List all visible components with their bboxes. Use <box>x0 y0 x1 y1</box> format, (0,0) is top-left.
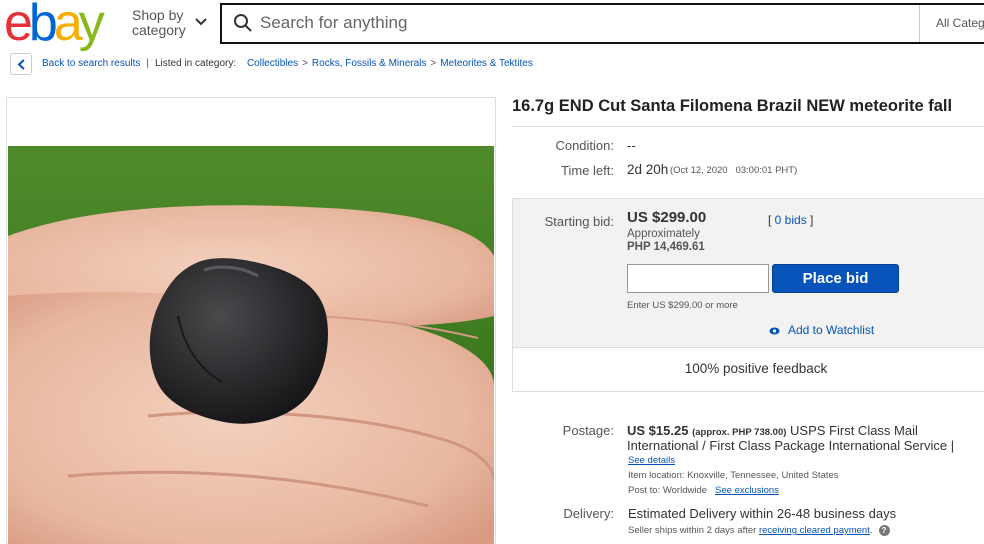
breadcrumb-meteorites[interactable]: Meteorites & Tektites <box>440 58 533 69</box>
postage-price: US $15.25 <box>627 423 689 438</box>
place-bid-button[interactable]: Place bid <box>772 264 899 293</box>
ebay-logo[interactable]: ebay <box>4 0 105 49</box>
see-exclusions-link[interactable]: See exclusions <box>715 485 779 496</box>
receiving-payment-link[interactable]: receiving cleared payment <box>759 525 870 536</box>
search-input[interactable] <box>260 10 900 36</box>
seller-ships: Seller ships within 2 days after receivi… <box>628 525 890 536</box>
shop-by-label: Shop by <box>132 7 184 23</box>
delivery-estimate: Estimated Delivery within 26-48 business… <box>628 506 897 521</box>
shop-by-category-button[interactable]: Shop by category <box>132 8 186 38</box>
php-price: PHP 14,469.61 <box>627 241 705 253</box>
add-to-watchlist-link[interactable]: Add to Watchlist <box>769 323 874 337</box>
postage-line-1: US $15.25 (approx. PHP 738.00) USPS Firs… <box>627 423 918 438</box>
time-left-label: Time left: <box>561 163 614 178</box>
postage-label: Postage: <box>562 423 614 438</box>
item-photo[interactable] <box>8 146 494 544</box>
title-divider <box>512 126 984 127</box>
post-to: Post to: Worldwide See exclusions <box>628 485 779 496</box>
category-select[interactable]: All Categ <box>936 16 984 30</box>
bid-amount-input[interactable] <box>627 264 769 293</box>
back-button[interactable] <box>10 53 32 75</box>
condition-label: Condition: <box>555 138 614 153</box>
breadcrumb: Back to search results | Listed in categor… <box>42 58 533 69</box>
delivery-label: Delivery: <box>563 506 614 521</box>
bid-count: [ 0 bids ] <box>768 213 814 227</box>
breadcrumb-rocks-fossils[interactable]: Rocks, Fossils & Minerals <box>312 58 426 69</box>
seller-feedback: 100% positive feedback <box>684 361 828 376</box>
time-left-value: 2d 20h <box>627 162 669 177</box>
starting-bid-label: Starting bid: <box>544 214 614 229</box>
listed-in-label: Listed in category: <box>154 58 237 69</box>
bid-count-link[interactable]: 0 bids <box>775 213 807 227</box>
bid-hint: Enter US $299.00 or more <box>627 300 738 311</box>
listing-title: 16.7g END Cut Santa Filomena Brazil NEW … <box>512 97 953 115</box>
item-location: Item location: Knoxville, Tennessee, Uni… <box>628 470 839 481</box>
starting-bid-price: US $299.00 <box>627 209 707 226</box>
postage-service: USPS First Class Mail <box>790 423 918 438</box>
breadcrumb-collectibles[interactable]: Collectibles <box>247 58 298 69</box>
category-label: category <box>132 22 186 38</box>
eye-icon <box>769 327 780 335</box>
chevron-down-icon <box>195 18 207 26</box>
help-icon[interactable]: ? <box>878 525 890 536</box>
auction-end-time: (Oct 12, 2020 03:00:01 PHT) <box>670 165 798 176</box>
back-to-search-link[interactable]: Back to search results <box>42 58 140 69</box>
chevron-left-icon <box>17 59 25 70</box>
condition-value: -- <box>627 138 636 153</box>
meteorite-in-hand-image <box>8 146 494 544</box>
search-divider <box>919 5 920 42</box>
see-details-link[interactable]: See details <box>628 455 675 466</box>
approximately-label: Approximately <box>627 228 700 240</box>
postage-service-2: International / First Class Package Inte… <box>627 438 955 453</box>
postage-approx: (approx. PHP 738.00) <box>692 427 787 438</box>
search-icon <box>234 14 252 32</box>
